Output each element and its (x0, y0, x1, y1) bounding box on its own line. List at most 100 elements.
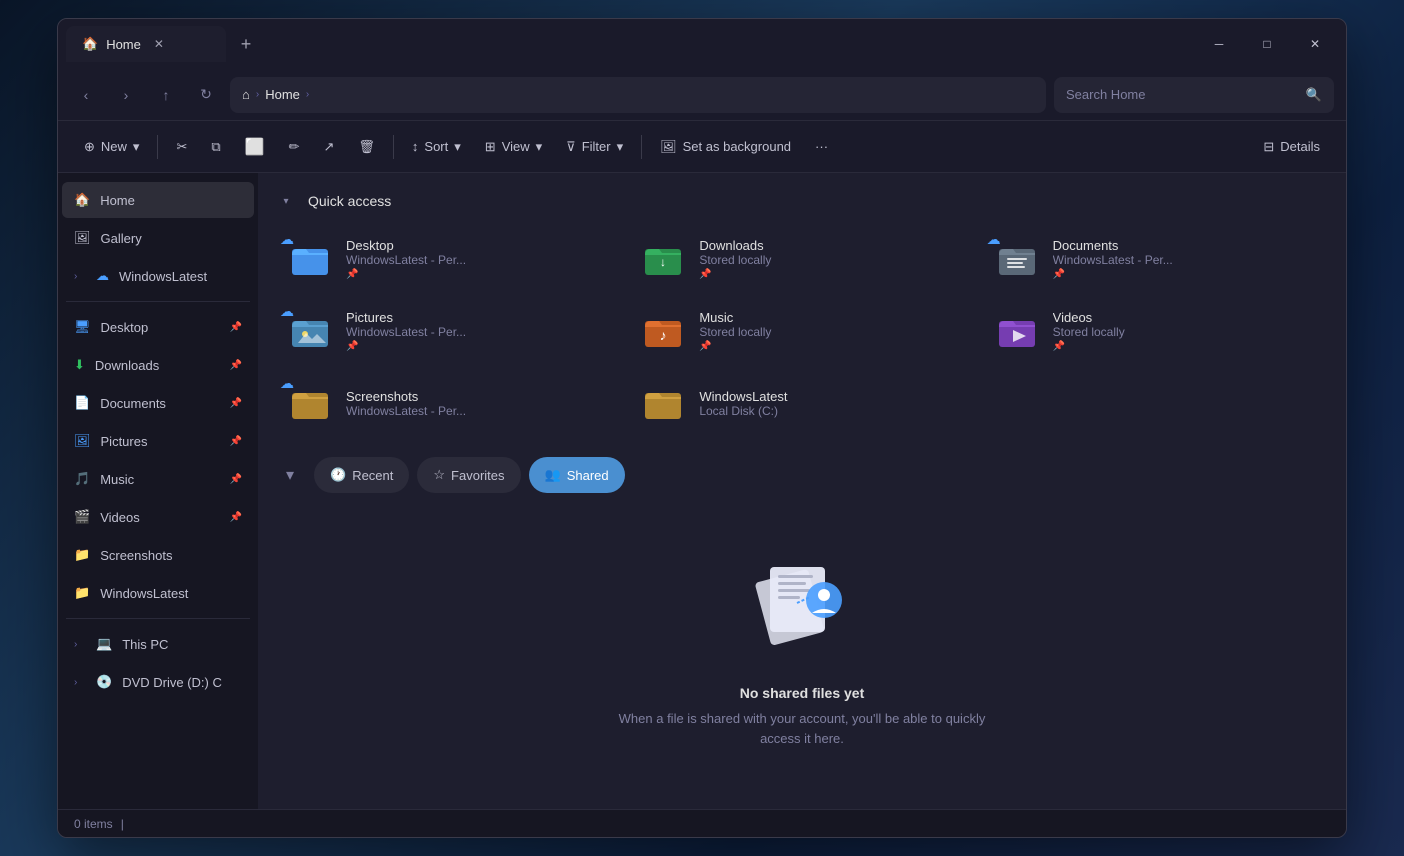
downloads-folder-info: Downloads Stored locally 📌 (699, 238, 964, 280)
folder-item-videos[interactable]: Videos Stored locally 📌 (981, 297, 1330, 365)
sidebar-item-windowslatest[interactable]: 📁 WindowsLatest (62, 575, 254, 611)
sort-button[interactable]: ↕ Sort ▾ (402, 129, 471, 165)
screenshots-cloud-badge: ☁ (280, 375, 294, 392)
new-tab-button[interactable]: + (230, 28, 262, 60)
empty-state-illustration (742, 545, 862, 665)
folder-item-screenshots[interactable]: ☁ Screenshots WindowsLatest - Per... (274, 369, 623, 437)
new-button[interactable]: ⊕ New ▾ (74, 129, 149, 165)
tab-shared[interactable]: 👥 Shared (529, 457, 625, 493)
wl-folder-icon: 📁 (74, 585, 90, 601)
sidebar-item-videos[interactable]: 🎬 Videos 📌 (62, 499, 254, 535)
sidebar-item-desktop[interactable]: 🖥 Desktop 📌 (62, 309, 254, 345)
sidebar-this-pc-label: This PC (122, 637, 168, 652)
favorites-icon: ☆ (433, 467, 445, 483)
documents-folder-svg (997, 239, 1037, 279)
share-button[interactable]: ↗ (313, 129, 344, 165)
sidebar-item-home[interactable]: 🏠 Home (62, 182, 254, 218)
breadcrumb-bar[interactable]: ⌂ › Home › (230, 77, 1046, 113)
music-folder-sub: Stored locally (699, 325, 964, 339)
sidebar-item-documents[interactable]: 📄 Documents 📌 (62, 385, 254, 421)
back-button[interactable]: ‹ (70, 79, 102, 111)
sidebar-divider-2 (66, 618, 250, 619)
details-button[interactable]: ⊟ Details (1253, 129, 1330, 165)
copy-button[interactable]: ⧉ (201, 129, 230, 165)
sidebar-item-windowslatest-cloud[interactable]: › ☁ WindowsLatest (62, 258, 254, 294)
documents-cloud-badge: ☁ (987, 231, 1001, 248)
forward-button[interactable]: › (110, 79, 142, 111)
breadcrumb-sep-1: › (256, 89, 259, 100)
music-icon: 🎵 (74, 471, 90, 487)
desktop-cloud-badge: ☁ (280, 231, 294, 248)
sidebar-pictures-label: Pictures (101, 434, 148, 449)
delete-button[interactable]: 🗑 (348, 129, 385, 165)
desktop-folder-pin: 📌 (346, 269, 611, 280)
details-icon: ⊟ (1263, 139, 1274, 155)
sidebar-gallery-label: Gallery (101, 231, 142, 246)
set-bg-label: Set as background (683, 139, 791, 154)
status-separator: | (121, 817, 124, 831)
folder-item-windowslatest[interactable]: WindowsLatest Local Disk (C:) (627, 369, 976, 437)
recent-icon: 🕐 (330, 467, 346, 483)
folder-item-pictures[interactable]: ☁ Pictures WindowsLatest - Per... 📌 (274, 297, 623, 365)
rename-icon: ✏ (289, 139, 300, 155)
sidebar: 🏠 Home 🖼 Gallery › ☁ WindowsLatest 🖥 Des… (58, 173, 258, 809)
quick-access-collapse[interactable]: ▾ (274, 189, 298, 213)
set-background-button[interactable]: 🖼 Set as background (650, 129, 801, 165)
pictures-folder-info: Pictures WindowsLatest - Per... 📌 (346, 310, 611, 352)
rename-button[interactable]: ✏ (279, 129, 310, 165)
refresh-button[interactable]: ↻ (190, 79, 222, 111)
filter-button[interactable]: ⊽ Filter ▾ (556, 129, 633, 165)
music-folder-pin: 📌 (699, 341, 964, 352)
folder-item-music[interactable]: ♪ Music Stored locally 📌 (627, 297, 976, 365)
breadcrumb-home[interactable]: Home (265, 87, 300, 102)
view-button[interactable]: ⊞ View ▾ (475, 129, 552, 165)
this-pc-icon: 💻 (96, 636, 112, 652)
documents-folder-sub: WindowsLatest - Per... (1053, 253, 1318, 267)
pin-icon-pics: 📌 (230, 436, 242, 447)
folder-item-downloads[interactable]: ↓ Downloads Stored locally 📌 (627, 225, 976, 293)
sidebar-item-downloads[interactable]: ⬇ Downloads 📌 (62, 347, 254, 383)
sidebar-item-gallery[interactable]: 🖼 Gallery (62, 220, 254, 256)
more-icon: ··· (815, 139, 828, 154)
videos-folder-sub: Stored locally (1053, 325, 1318, 339)
pictures-folder-pin: 📌 (346, 341, 611, 352)
tab-recent[interactable]: 🕐 Recent (314, 457, 409, 493)
filter-icon: ⊽ (566, 139, 576, 155)
maximize-button[interactable]: □ (1244, 28, 1290, 60)
cut-button[interactable]: ✂ (166, 129, 197, 165)
sidebar-dvd-label: DVD Drive (D:) C (122, 675, 222, 690)
more-options-button[interactable]: ··· (805, 129, 838, 165)
up-button[interactable]: ↑ (150, 79, 182, 111)
search-box[interactable]: Search Home 🔍 (1054, 77, 1334, 113)
desktop-folder-name: Desktop (346, 238, 611, 253)
sidebar-item-music[interactable]: 🎵 Music 📌 (62, 461, 254, 497)
tab-favorites[interactable]: ☆ Favorites (417, 457, 520, 493)
filter-label: Filter (582, 139, 611, 154)
videos-folder-icon-wrap (993, 307, 1041, 355)
pictures-folder-svg (290, 311, 330, 351)
desktop-icon: 🖥 (74, 319, 91, 335)
sidebar-item-this-pc[interactable]: › 💻 This PC (62, 626, 254, 662)
sidebar-item-dvd-drive[interactable]: › 💿 DVD Drive (D:) C (62, 664, 254, 700)
home-nav-icon: 🏠 (74, 192, 90, 208)
expand-arrow-icon: › (74, 271, 86, 282)
status-bar: 0 items | (58, 809, 1346, 837)
close-button[interactable]: ✕ (1292, 28, 1338, 60)
tab-close-button[interactable]: ✕ (149, 34, 169, 54)
set-bg-icon: 🖼 (660, 139, 677, 155)
screenshots-folder-svg (290, 383, 330, 423)
sidebar-home-label: Home (100, 193, 135, 208)
documents-folder-pin: 📌 (1053, 269, 1318, 280)
delete-icon: 🗑 (358, 139, 375, 155)
folder-item-documents[interactable]: ☁ Documents WindowsLatest - Per... 📌 (981, 225, 1330, 293)
sidebar-item-screenshots[interactable]: 📁 Screenshots (62, 537, 254, 573)
desktop-folder-svg (290, 239, 330, 279)
minimize-button[interactable]: ─ (1196, 28, 1242, 60)
active-tab[interactable]: 🏠 Home ✕ (66, 26, 226, 62)
sidebar-item-pictures[interactable]: 🖼 Pictures 📌 (62, 423, 254, 459)
documents-folder-info: Documents WindowsLatest - Per... 📌 (1053, 238, 1318, 280)
section-collapse-button[interactable]: ▾ (274, 459, 306, 491)
search-placeholder: Search Home (1066, 87, 1145, 102)
paste-button[interactable]: ⬜ (235, 129, 275, 165)
folder-item-desktop[interactable]: ☁ Desktop WindowsLatest - Per... 📌 (274, 225, 623, 293)
